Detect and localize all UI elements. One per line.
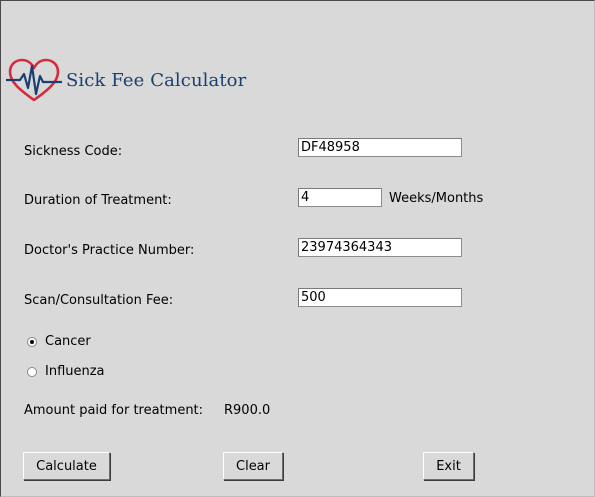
duration-input[interactable] xyxy=(298,188,382,207)
practice-number-input[interactable] xyxy=(298,238,462,257)
heart-pulse-icon xyxy=(6,58,62,102)
practice-number-label: Doctor's Practice Number: xyxy=(24,243,195,258)
radio-influenza[interactable]: Influenza xyxy=(27,364,105,379)
sickness-code-input[interactable] xyxy=(298,138,462,157)
calculate-button[interactable]: Calculate xyxy=(23,452,110,480)
amount-label: Amount paid for treatment: xyxy=(24,403,204,418)
sickness-code-label: Sickness Code: xyxy=(24,144,123,159)
radio-unselected-icon[interactable] xyxy=(27,366,37,377)
duration-label: Duration of Treatment: xyxy=(24,193,172,208)
radio-influenza-label: Influenza xyxy=(45,364,105,379)
app-title: Sick Fee Calculator xyxy=(66,70,247,91)
amount-value: R900.0 xyxy=(224,403,271,418)
duration-unit-label: Weeks/Months xyxy=(389,191,484,206)
exit-button[interactable]: Exit xyxy=(423,452,474,480)
fee-label: Scan/Consultation Fee: xyxy=(24,293,174,308)
clear-button[interactable]: Clear xyxy=(223,452,283,480)
radio-cancer[interactable]: Cancer xyxy=(27,334,91,349)
radio-cancer-label: Cancer xyxy=(45,334,91,349)
radio-selected-icon[interactable] xyxy=(27,336,37,347)
fee-input[interactable] xyxy=(298,288,462,307)
